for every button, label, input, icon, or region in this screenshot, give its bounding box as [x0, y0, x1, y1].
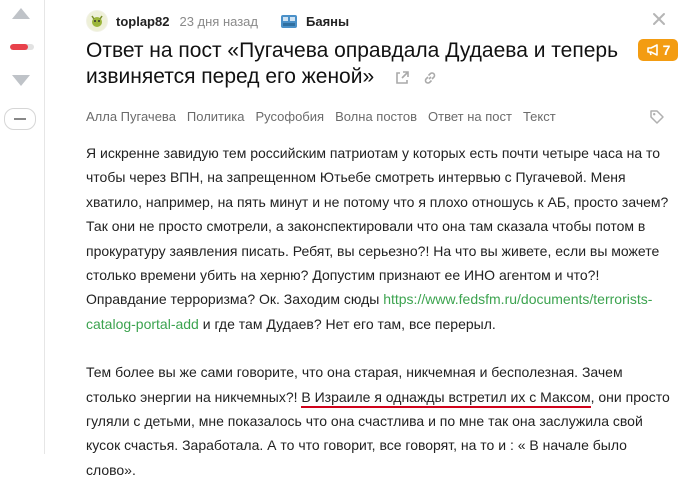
community-icon	[280, 12, 298, 30]
tag-item[interactable]: Политика	[187, 109, 245, 124]
arrow-down-icon[interactable]	[12, 75, 30, 86]
tag-list: Алла Пугачева Политика Русофобия Волна п…	[86, 109, 567, 124]
collapse-button[interactable]	[4, 108, 36, 130]
username[interactable]: toplap82	[116, 14, 169, 29]
paragraph: Тем более вы же сами говорите, что она с…	[86, 360, 676, 482]
post-body: Я искренне завидую тем российским патрио…	[86, 141, 676, 482]
tag-item[interactable]: Русофобия	[255, 109, 324, 124]
highlighted-text: В Израиле я однажды встретил их с Максом	[301, 388, 591, 408]
paragraph: Я искренне завидую тем российским патрио…	[86, 141, 676, 336]
post-time: 23 дня назад	[179, 13, 258, 29]
paragraph-text: Я искренне завидую тем российским патрио…	[86, 145, 669, 308]
title-actions	[388, 64, 438, 90]
community-name[interactable]: Баяны	[306, 14, 349, 29]
post-header: toplap82 23 дня назад Баяны	[86, 10, 349, 32]
badge-count: 7	[662, 42, 671, 58]
share-icon[interactable]	[394, 70, 410, 86]
megaphone-icon	[646, 44, 658, 56]
tag-item[interactable]: Текст	[523, 109, 556, 124]
hot-badge[interactable]: 7	[638, 39, 678, 61]
tag-item[interactable]: Ответ на пост	[428, 109, 512, 124]
post-title[interactable]: Ответ на пост «Пугачева оправдала Дудаев…	[86, 38, 626, 90]
vote-sidebar	[0, 0, 45, 454]
paragraph-text: и где там Дудаев? Нет его там, все перер…	[198, 315, 496, 332]
post-title-text[interactable]: Ответ на пост «Пугачева оправдала Дудаев…	[86, 39, 618, 88]
avatar[interactable]	[86, 10, 108, 32]
close-icon[interactable]	[652, 12, 666, 26]
tag-icon[interactable]	[649, 109, 665, 125]
link-icon[interactable]	[422, 70, 438, 86]
tag-item[interactable]: Волна постов	[335, 109, 417, 124]
rating-bar-fill	[10, 44, 28, 50]
tag-item[interactable]: Алла Пугачева	[86, 109, 176, 124]
arrow-up-icon[interactable]	[12, 8, 30, 19]
rating-bar	[10, 44, 34, 50]
